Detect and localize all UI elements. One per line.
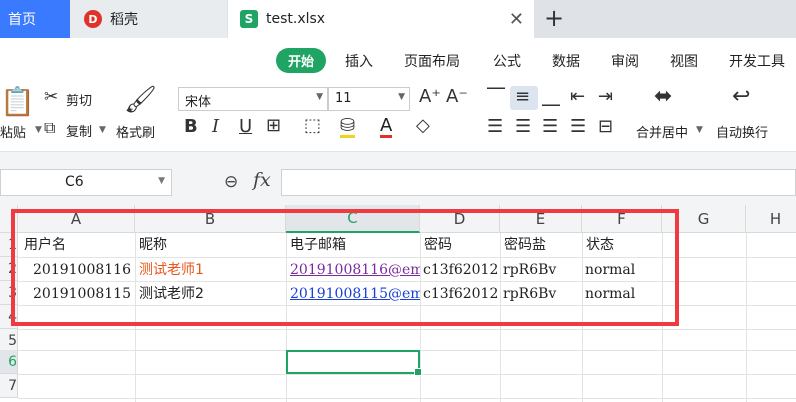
font-color-icon[interactable]: A xyxy=(380,117,393,138)
fill-pattern-icon[interactable]: ⬚ xyxy=(304,117,321,135)
chevron-down-icon: ▼ xyxy=(158,176,165,186)
highlight-annotation-box xyxy=(11,209,679,326)
menu-developer[interactable]: 开发工具 xyxy=(729,51,785,71)
ribbon-divider xyxy=(0,151,796,165)
chevron-down-icon: ▼ xyxy=(398,92,405,102)
copy-dropdown-icon[interactable]: ▼ xyxy=(99,125,106,135)
copy-button[interactable]: 复制 xyxy=(66,121,92,140)
name-box[interactable]: C6 ▼ xyxy=(0,169,172,196)
docer-logo-icon: D xyxy=(84,10,102,28)
tab-docer-label: 稻壳 xyxy=(110,12,138,28)
italic-icon[interactable]: I xyxy=(212,118,219,136)
copy-icon: ⧉ xyxy=(44,118,56,137)
format-painter-button[interactable]: 格式刷 xyxy=(116,122,155,141)
menu-page-layout[interactable]: 页面布局 xyxy=(404,51,460,71)
align-right-icon[interactable]: ☰ xyxy=(542,118,558,136)
column-header-h[interactable]: H xyxy=(746,205,796,233)
align-bottom-icon[interactable]: ⎽ xyxy=(542,88,560,106)
tab-docer[interactable]: D 稻壳 xyxy=(70,0,227,38)
paste-button[interactable]: 粘贴 xyxy=(0,122,26,141)
tab-file[interactable]: S test.xlsx ✕ xyxy=(228,0,534,38)
increase-font-icon[interactable]: A⁺ xyxy=(419,88,441,106)
borders-icon[interactable]: ⊞ xyxy=(266,117,281,135)
grid-line xyxy=(746,233,747,402)
menu-formulas[interactable]: 公式 xyxy=(493,51,521,71)
font-size-value: 11 xyxy=(335,91,352,106)
indent-decrease-icon[interactable]: ⇤ xyxy=(570,88,585,106)
align-left-icon[interactable]: ☰ xyxy=(487,118,503,136)
merge-center-icon: ⬌ xyxy=(654,84,673,109)
cut-button[interactable]: 剪切 xyxy=(66,90,92,109)
insert-function-button[interactable]: fx xyxy=(253,169,271,191)
clear-format-icon[interactable]: ◇ xyxy=(416,117,430,135)
fill-color-icon[interactable]: ⛁ xyxy=(340,117,356,138)
merge-center-button[interactable]: 合并居中 xyxy=(636,122,688,141)
font-name-select[interactable]: 宋体 ▼ xyxy=(178,87,328,111)
decrease-font-icon[interactable]: A⁻ xyxy=(446,88,468,106)
menu-review[interactable]: 审阅 xyxy=(611,51,639,71)
scissors-icon: ✂ xyxy=(44,87,59,107)
align-middle-icon[interactable]: ≡ xyxy=(515,88,530,106)
merge-dropdown-icon[interactable]: ▼ xyxy=(696,125,703,135)
row-header-7[interactable]: 7 xyxy=(0,374,18,398)
cell-reference: C6 xyxy=(65,174,84,190)
active-cell-selection[interactable] xyxy=(286,350,422,376)
paste-dropdown-icon[interactable]: ▼ xyxy=(35,125,42,135)
font-size-select[interactable]: 11 ▼ xyxy=(328,87,410,111)
close-tab-icon[interactable]: ✕ xyxy=(509,9,524,30)
tab-file-label: test.xlsx xyxy=(266,11,326,27)
menu-insert[interactable]: 插入 xyxy=(345,51,373,71)
tab-home[interactable]: 首页 xyxy=(0,0,70,38)
tab-bar: 首页 D 稻壳 S test.xlsx ✕ + xyxy=(0,0,796,38)
spreadsheet-icon: S xyxy=(240,10,258,28)
format-painter-icon: 🖌 xyxy=(124,85,158,115)
paste-icon[interactable]: 📋 xyxy=(0,87,35,117)
new-tab-icon[interactable]: + xyxy=(544,4,564,32)
align-top-icon[interactable]: ⎺ xyxy=(487,88,505,106)
menu-view[interactable]: 视图 xyxy=(670,51,698,71)
underline-icon[interactable]: U xyxy=(239,118,252,136)
menu-data[interactable]: 数据 xyxy=(552,51,580,71)
bold-icon[interactable]: B xyxy=(184,118,198,136)
font-name-value: 宋体 xyxy=(185,95,212,110)
formula-input[interactable] xyxy=(281,169,796,196)
menu-start[interactable]: 开始 xyxy=(276,48,326,73)
align-center-icon[interactable]: ☰ xyxy=(515,118,531,136)
zoom-search-icon[interactable]: ⊖ xyxy=(224,172,238,192)
tab-home-label: 首页 xyxy=(8,12,36,28)
wrap-text-button[interactable]: 自动换行 xyxy=(716,122,768,141)
chevron-down-icon: ▼ xyxy=(316,92,323,102)
justify-icon[interactable]: ☰ xyxy=(570,118,586,136)
indent-increase-icon[interactable]: ⇥ xyxy=(598,88,613,106)
row-header-6[interactable]: 6 xyxy=(0,350,18,374)
wrap-text-icon: ↩ xyxy=(732,84,751,109)
distributed-icon[interactable]: ⊟ xyxy=(598,118,613,136)
